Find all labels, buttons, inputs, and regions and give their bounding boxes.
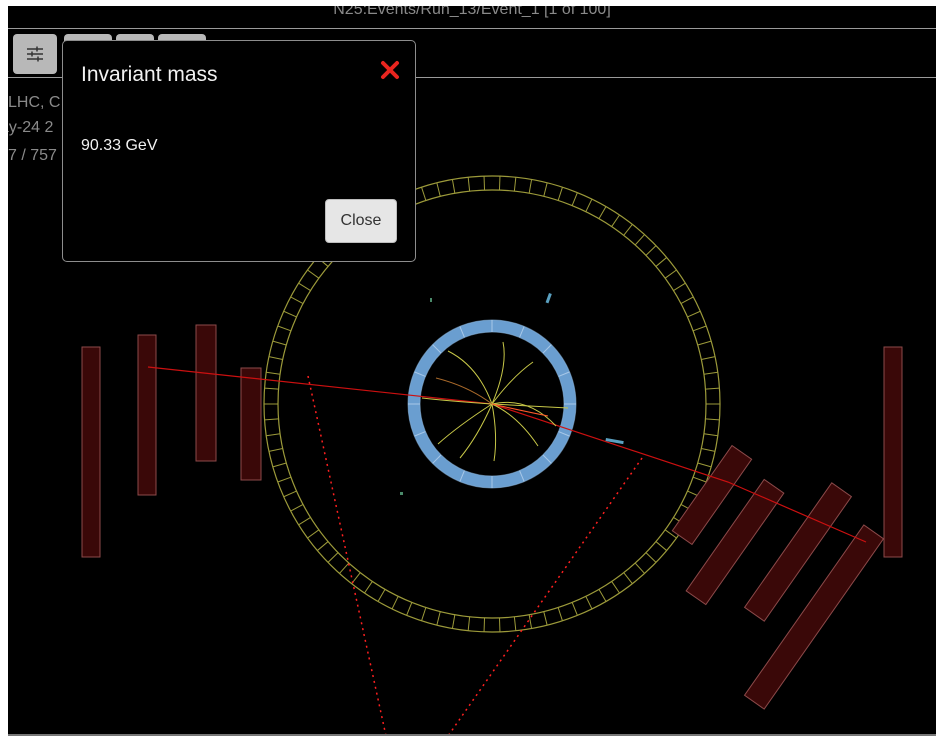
event-info-experiment: LHC, C [8,94,61,111]
jet-lines [307,375,643,736]
sliders-icon [27,46,43,62]
muon-chambers-right [671,444,885,710]
close-x-icon[interactable] [379,59,401,81]
settings-button[interactable] [13,34,57,74]
particle-tracks [421,341,569,462]
event-display-window: N25:Events/Run_13/Event_1 [1 of 100] LHC… [8,6,936,736]
title-bar: N25:Events/Run_13/Event_1 [1 of 100] [8,6,936,29]
event-info-run: 7 / 757 [8,147,57,164]
invariant-mass-value: 90.33 GeV [81,137,158,154]
event-info-date: ay-24 2 [8,119,54,136]
close-button[interactable]: Close [325,199,397,243]
event-title: N25:Events/Run_13/Event_1 [1 of 100] [333,6,611,18]
muon-chambers-left [81,324,903,558]
invariant-mass-dialog: Invariant mass 90.33 GeV Close [62,40,416,262]
dialog-title: Invariant mass [81,63,218,86]
